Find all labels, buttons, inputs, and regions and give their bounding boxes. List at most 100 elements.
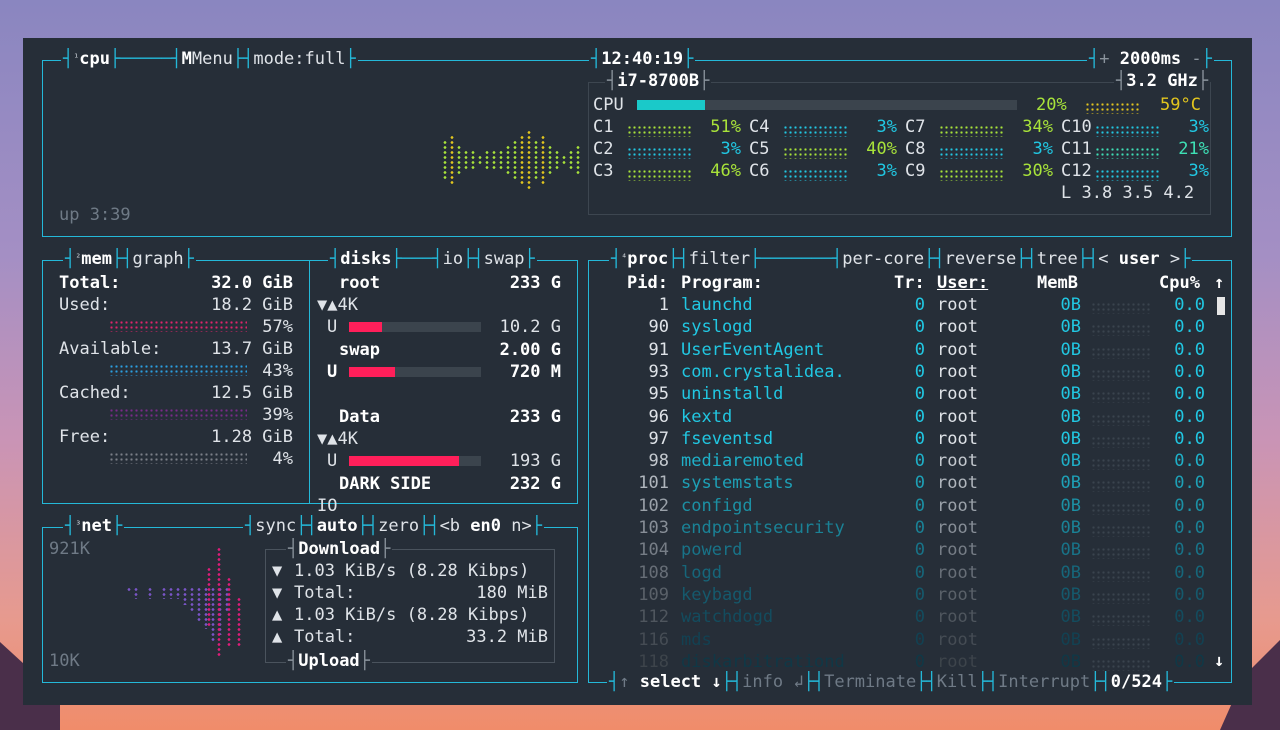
mem-divider (309, 260, 310, 503)
core-pct: 3% (876, 161, 897, 181)
process-mem: 0B (1060, 540, 1081, 561)
col-program[interactable]: Program: (681, 272, 763, 294)
col-pid[interactable]: Pid: (627, 272, 668, 294)
core-label: C10 (1061, 117, 1092, 137)
core-label: C3 (593, 161, 614, 181)
core-label: C5 (749, 139, 770, 159)
process-user: root (937, 651, 978, 672)
net-title[interactable]: net (81, 516, 112, 536)
process-row[interactable]: 93 com.crystalidea. 0 root 0B 0.0 (589, 361, 1209, 383)
interval-control: ┤+ 2000ms -├ (1087, 48, 1214, 70)
process-threads: 0 (914, 518, 925, 538)
process-row[interactable]: 98 mediaremoted 0 root 0B 0.0 (589, 450, 1209, 472)
process-threads: 0 (914, 584, 925, 605)
process-row[interactable]: 101 systemstats 0 root 0B 0.0 (589, 472, 1209, 494)
scroll-up-icon[interactable]: ↑ (1214, 272, 1224, 294)
process-pid: 91 (648, 339, 669, 360)
mem-graph-toggle[interactable]: graph (132, 249, 183, 269)
process-pid: 102 (638, 495, 669, 516)
process-row[interactable]: 109 keybagd 0 root 0B 0.0 (589, 584, 1209, 606)
filter-button[interactable]: filter (689, 249, 750, 269)
auto-toggle[interactable]: auto (317, 516, 358, 536)
process-row[interactable]: 90 syslogd 0 root 0B 0.0 (589, 316, 1209, 338)
info-button[interactable]: info (742, 672, 783, 692)
col-cpu[interactable]: Cpu% (1159, 272, 1200, 294)
interrupt-button[interactable]: Interrupt (998, 672, 1090, 692)
cpu-title[interactable]: cpu (79, 49, 110, 69)
interval-decrease-button[interactable]: - (1191, 49, 1201, 69)
process-mem: 0B (1060, 451, 1081, 472)
disk-name[interactable]: DARK SIDE (339, 473, 431, 495)
process-row[interactable]: 118 diskarbitrationd 0 root 0B 0.0 (589, 651, 1209, 673)
interval-increase-button[interactable]: + (1099, 49, 1109, 69)
disk-name[interactable]: root (339, 272, 380, 294)
proc-title[interactable]: proc (627, 249, 668, 269)
process-row[interactable]: 103 endpointsecurity 0 root 0B 0.0 (589, 517, 1209, 539)
process-row[interactable]: 97 fseventsd 0 root 0B 0.0 (589, 428, 1209, 450)
disk-size: 232 G (509, 474, 561, 494)
process-user: root (937, 384, 978, 405)
tree-toggle[interactable]: tree (1037, 249, 1078, 269)
net-stat-label: 1.03 KiB/s (8.28 Kibps) (294, 561, 530, 581)
select-up-icon[interactable]: ↑ (619, 672, 629, 692)
per-core-toggle[interactable]: per-core (842, 249, 924, 269)
sort-next-button[interactable]: > (1170, 249, 1180, 269)
proc-panel: ┤⁴proc├┤filter├───────┤per-core├┤reverse… (588, 248, 1232, 693)
process-row[interactable]: 91 UserEventAgent 0 root 0B 0.0 (589, 339, 1209, 361)
core-pct: 3% (1188, 117, 1209, 137)
col-mem[interactable]: MemB (1037, 272, 1078, 294)
menu-button[interactable]: MMenu (182, 49, 233, 69)
process-cpu: 0.0 (1174, 473, 1205, 494)
proc-panel-header: ┤⁴proc├┤filter├───────┤per-core├┤reverse… (609, 248, 1193, 270)
process-user: root (937, 584, 978, 605)
iface-prev-button[interactable]: <b (440, 516, 460, 536)
disk-used-bar-fill (349, 367, 396, 377)
scroll-down-icon[interactable]: ↓ (1214, 650, 1224, 672)
select-down-icon[interactable]: ↓ (711, 672, 721, 692)
process-pid: 98 (648, 451, 669, 472)
process-threads: 0 (914, 406, 925, 427)
swap-toggle[interactable]: swap (484, 249, 525, 269)
disk-name[interactable]: Data (339, 406, 380, 428)
net-graph (127, 547, 257, 662)
terminate-button[interactable]: Terminate (824, 672, 916, 692)
disk-used-label: U (327, 362, 338, 382)
net-panel: ┤³net├ ┤sync├┤auto├┤zero├┤<b en0 n>├ 921… (42, 515, 578, 683)
process-mem-graph (1091, 324, 1151, 337)
process-row[interactable]: 104 powerd 0 root 0B 0.0 (589, 539, 1209, 561)
process-row[interactable]: 108 logd 0 root 0B 0.0 (589, 562, 1209, 584)
kill-button[interactable]: Kill (937, 672, 978, 692)
disks-title[interactable]: disks (340, 249, 391, 269)
cpu-graph-column (485, 150, 489, 170)
core-graph (1095, 125, 1159, 137)
zero-toggle[interactable]: zero (378, 516, 419, 536)
core-graph (1095, 169, 1159, 181)
mem-title[interactable]: mem (81, 249, 112, 269)
iface-next-button[interactable]: n> (511, 516, 531, 536)
col-threads[interactable]: Tr: (894, 272, 925, 294)
process-row[interactable]: 112 watchdogd 0 root 0B 0.0 (589, 606, 1209, 628)
disk-size: 233 G (509, 407, 561, 427)
process-row[interactable]: 116 mds 0 root 0B 0.0 (589, 629, 1209, 651)
col-user[interactable]: User: (937, 272, 988, 294)
sort-prev-button[interactable]: < (1098, 249, 1108, 269)
process-user: root (937, 361, 978, 382)
process-threads: 0 (914, 317, 925, 338)
cpu-total-label: CPU (593, 95, 624, 115)
process-cpu: 0.0 (1174, 651, 1205, 672)
process-row[interactable]: 102 configd 0 root 0B 0.0 (589, 495, 1209, 517)
process-row[interactable]: 96 kextd 0 root 0B 0.0 (589, 406, 1209, 428)
process-cpu: 0.0 (1174, 428, 1205, 449)
disk-name[interactable]: swap (339, 339, 380, 361)
io-toggle[interactable]: io (443, 249, 463, 269)
net-graph-column (162, 587, 166, 599)
process-mem-graph (1091, 502, 1151, 515)
process-row[interactable]: 1 launchd 0 root 0B 0.0 (589, 294, 1209, 316)
mode-button[interactable]: mode:full (253, 49, 345, 69)
sync-toggle[interactable]: sync (255, 516, 296, 536)
net-scale-top: 921K (49, 539, 90, 559)
reverse-toggle[interactable]: reverse (945, 249, 1017, 269)
process-row[interactable]: 95 uninstalld 0 root 0B 0.0 (589, 383, 1209, 405)
proc-scrollbar-thumb[interactable] (1217, 297, 1225, 315)
process-cpu: 0.0 (1174, 540, 1205, 561)
